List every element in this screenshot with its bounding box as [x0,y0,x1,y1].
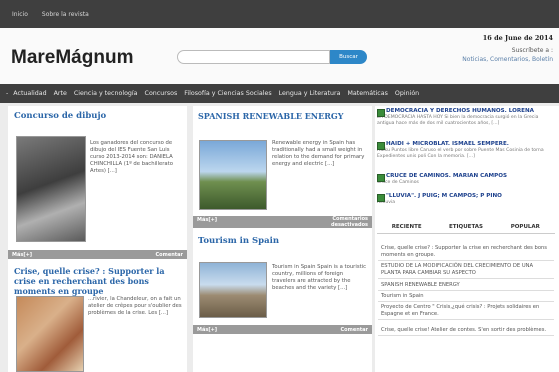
site-logo[interactable]: MareMágnum [11,47,133,69]
nav-item-opinion[interactable]: Opinión [395,90,419,97]
current-date: 16 de June de 2014 [482,34,553,42]
recent-item[interactable]: SPANISH RENEWABLE ENERGY [378,281,554,291]
recent-item[interactable]: Crise, quelle crise? : Supporter la cris… [378,244,554,261]
post-title-crise[interactable]: Crise, quelle crise? : Supporter la cris… [14,266,186,296]
read-more-link[interactable]: Más[+] [197,217,217,223]
recent-item[interactable]: Crise, quelle crise! Atelier de contes. … [378,326,554,336]
subscribe-label: Suscríbete a : [511,47,553,54]
nav-item-lengua[interactable]: Lengua y Literatura [279,90,341,97]
post-excerpt-tourism: Tourism in Spain Spain is a touristic co… [272,264,367,291]
read-more-link[interactable]: Más[+] [197,327,217,333]
sidebar-entry-democracia[interactable]: DEMOCRACIA Y DERECHOS HUMANOS. LORENA LA… [377,108,555,127]
sidebar-entry-desc: Cruce de Caminos [377,180,419,185]
read-more-link[interactable]: Más[+] [12,252,32,258]
nav-item-ciencia[interactable]: Ciencia y tecnología [74,90,138,97]
sidebar-entry-desc: Relluvia [377,200,396,205]
sidebar-entry-lluvia[interactable]: "LLUVIA". J PUIG; M CAMPOS; P PINO Rellu… [377,193,555,206]
post-excerpt-crise: ...rivier, la Chandeleur, on a fait un a… [88,296,182,316]
sidebar-entry-title[interactable]: "LLUVIA". J PUIG; M CAMPOS; P PINO [377,193,555,202]
recent-item[interactable]: ESTUDIO DE LA MODIFICACIÓN DEL CRECIMIEN… [378,262,554,279]
recent-item[interactable]: Proyecto de Centro " Crisis,¿qué crisis?… [378,303,554,320]
post-image-crise[interactable] [16,296,84,372]
sidebar-entry-haidi[interactable]: HAIDI + MICROBLAT. ISMAEL SEMPERE. Haiku… [377,141,555,160]
subscribe-links[interactable]: Noticias, Comentarios, Boletín [462,55,553,64]
post-excerpt-renewable: Renewable energy in Spain has traditiona… [272,140,365,167]
nav-item-arte[interactable]: Arte [54,90,67,97]
nav-item-filosofia[interactable]: Filosofía y Ciencias Sociales [184,90,271,97]
post-excerpt-concurso: Los ganadores del concurso de dibujo del… [90,140,173,174]
nav-item-actualidad[interactable]: Actualidad [13,90,46,97]
post-footer-concurso: Más[+] Comentar [8,250,187,259]
tab-etiquetas[interactable]: ETIQUETAS [436,222,495,233]
post-title-tourism[interactable]: Tourism in Spain [198,236,279,246]
nav-item-matematicas[interactable]: Matemáticas [347,90,387,97]
site-header: MareMágnum Buscar 16 de June de 2014 Sus… [0,28,559,84]
recent-item[interactable]: Tourism in Spain [378,292,554,302]
sidebar-entry-title[interactable]: DEMOCRACIA Y DERECHOS HUMANOS. LORENA [377,108,555,117]
sidebar-entry-title[interactable]: HAIDI + MICROBLAT. ISMAEL SEMPERE. [377,141,555,150]
main-nav: - Actualidad Arte Ciencia y tecnología C… [0,84,559,103]
sidebar-entry-desc: LA DEMOCRACIA HASTA HOY Si bien la democ… [377,115,539,126]
search-input[interactable] [177,50,330,64]
nav-bullet-icon: - [6,90,9,97]
tab-reciente[interactable]: RECIENTE [377,222,436,233]
comments-link[interactable]: Comentar [341,327,369,333]
top-link-about[interactable]: Sobre la revista [42,11,89,18]
sidebar-entry-title[interactable]: CRUCE DE CAMINOS. MARIAN CAMPOS [377,173,555,182]
post-image-tourism[interactable] [199,262,267,318]
post-image-concurso[interactable] [16,136,86,242]
comments-link[interactable]: Comentarios desactivados [320,216,368,228]
sidebar-entry-desc: Haiku Puntos libre Caruso el verb por so… [377,148,544,159]
top-link-home[interactable]: Inicio [12,11,28,18]
sidebar-tabs: RECIENTE ETIQUETAS POPULAR [377,222,555,234]
comments-link[interactable]: Comentar [156,252,184,258]
search-bar: Buscar [177,50,367,64]
post-footer-tourism: Más[+] Comentar [193,325,372,334]
subscribe-box: Suscríbete a : Noticias, Comentarios, Bo… [462,46,553,64]
post-title-concurso[interactable]: Concurso de dibujo [14,111,106,121]
post-image-renewable[interactable] [199,140,267,210]
search-button[interactable]: Buscar [330,50,367,64]
post-title-renewable[interactable]: SPANISH RENEWABLE ENERGY [198,111,368,121]
post-footer-renewable: Más[+] Comentarios desactivados [193,216,372,228]
sidebar-entry-cruce[interactable]: CRUCE DE CAMINOS. MARIAN CAMPOS Cruce de… [377,173,555,186]
top-bar: Inicio Sobre la revista [0,0,559,28]
nav-item-concursos[interactable]: Concursos [145,90,178,97]
tab-popular[interactable]: POPULAR [496,222,555,233]
